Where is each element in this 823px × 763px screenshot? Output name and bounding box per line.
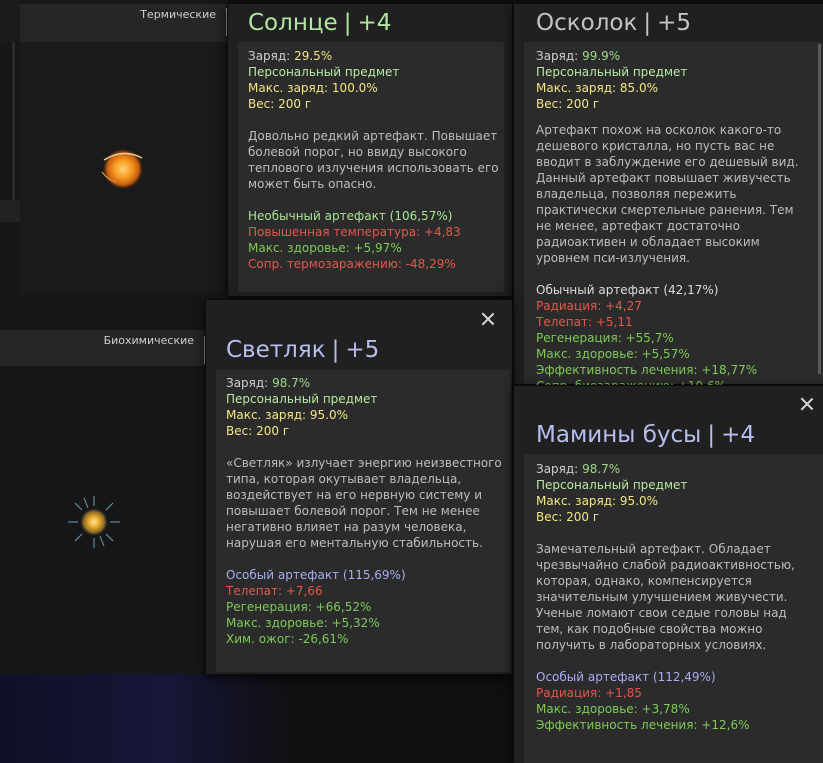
category-label-biochemical: Биохимические bbox=[103, 334, 194, 347]
bottom-glow-area bbox=[0, 674, 300, 763]
background-strip-left bbox=[0, 200, 20, 222]
weight-label: Вес: bbox=[226, 424, 253, 438]
rarity-label: Необычный артефакт (106,57%) bbox=[248, 209, 453, 223]
artifact-name: Осколок bbox=[536, 10, 638, 36]
card-title-oskolok: Осколок | +5 bbox=[536, 9, 691, 37]
weight-row: Вес: 200 г bbox=[536, 509, 804, 525]
max-charge-value: 95.0% bbox=[309, 408, 349, 422]
artifact-description: Артефакт похож на осколок какого-то деше… bbox=[536, 123, 799, 265]
stat-row: Макс. здоровье: +3,78% bbox=[536, 702, 690, 716]
charge-value: 98.7% bbox=[272, 376, 311, 390]
scrollbar[interactable] bbox=[818, 44, 821, 374]
stat-row: Повышенная температура: +4,83 bbox=[248, 225, 461, 239]
card-info-svetlyak: Заряд: 98.7% Персональный предмет Макс. … bbox=[226, 375, 504, 647]
card-info-oskolok: Заряд: 99.9% Персональный предмет Макс. … bbox=[536, 48, 804, 394]
charge-row: Заряд: 98.7% bbox=[536, 461, 804, 477]
weight-row: Вес: 200 г bbox=[226, 423, 504, 439]
stat-row: Радиация: +4,27 bbox=[536, 299, 642, 313]
weight-row: Вес: 200 г bbox=[248, 96, 504, 112]
weight-label: Вес: bbox=[536, 97, 563, 111]
max-charge-value: 100.0% bbox=[331, 81, 378, 95]
max-charge-label: Макс. заряд: bbox=[248, 81, 329, 95]
artifact-icon-solntse bbox=[101, 149, 143, 189]
max-charge-label: Макс. заряд: bbox=[226, 408, 307, 422]
stat-row: Телепат: +7,66 bbox=[226, 584, 323, 598]
rarity-label: Особый артефакт (112,49%) bbox=[536, 670, 716, 684]
artifact-name: Мамины бусы bbox=[536, 422, 702, 448]
title-separator: | bbox=[707, 422, 716, 448]
title-separator: | bbox=[343, 10, 352, 36]
close-icon[interactable] bbox=[481, 312, 495, 326]
max-charge-label: Макс. заряд: bbox=[536, 81, 617, 95]
charge-label: Заряд: bbox=[248, 49, 291, 63]
charge-value: 98.7% bbox=[582, 462, 621, 476]
artifact-icon-svetlyak bbox=[68, 496, 120, 548]
stat-row: Регенерация: +66,52% bbox=[226, 600, 372, 614]
artifact-name: Светляк bbox=[226, 337, 326, 363]
stat-row: Эффективность лечения: +18,77% bbox=[536, 363, 758, 377]
artifact-card-mamini-busy: Мамины бусы | +4 Заряд: 98.7% Персональный… bbox=[514, 386, 823, 763]
personal-item-label: Персональный предмет bbox=[536, 65, 688, 79]
artifact-card-solntse: Солнце | +4 Заряд: 29.5% Персональный пред… bbox=[228, 4, 512, 296]
card-info-solntse: Заряд: 29.5% Персональный предмет Макс. … bbox=[248, 48, 504, 272]
charge-label: Заряд: bbox=[536, 49, 579, 63]
personal-item-label: Персональный предмет bbox=[226, 392, 378, 406]
artifact-name: Солнце bbox=[248, 10, 338, 36]
personal-item-label: Персональный предмет bbox=[536, 478, 688, 492]
charge-row: Заряд: 98.7% bbox=[226, 375, 504, 391]
max-charge-row: Макс. заряд: 100.0% bbox=[248, 80, 504, 96]
card-info-mamini-busy: Заряд: 98.7% Персональный предмет Макс. … bbox=[536, 461, 804, 733]
artifact-description: Довольно редкий артефакт. Повышает болев… bbox=[248, 129, 499, 191]
artifact-card-svetlyak: Светляк | +5 Заряд: 98.7% Персональный пре… bbox=[206, 300, 512, 674]
stat-row: Регенерация: +55,7% bbox=[536, 331, 674, 345]
stat-row: Хим. ожог: -26,61% bbox=[226, 632, 349, 646]
weight-value: 200 г bbox=[256, 424, 290, 438]
charge-value: 99.9% bbox=[582, 49, 621, 63]
card-title-solntse: Солнце | +4 bbox=[248, 9, 391, 37]
personal-item-label: Персональный предмет bbox=[248, 65, 400, 79]
max-charge-row: Макс. заряд: 95.0% bbox=[536, 493, 804, 509]
rarity-label: Обычный артефакт (42,17%) bbox=[536, 283, 719, 297]
weight-value: 200 г bbox=[566, 97, 600, 111]
charge-label: Заряд: bbox=[226, 376, 269, 390]
max-charge-value: 85.0% bbox=[619, 81, 659, 95]
stat-row: Макс. здоровье: +5,57% bbox=[536, 347, 690, 361]
artifact-level: +5 bbox=[345, 337, 380, 363]
stat-row: Макс. здоровье: +5,32% bbox=[226, 616, 380, 630]
charge-value: 29.5% bbox=[294, 49, 333, 63]
max-charge-label: Макс. заряд: bbox=[536, 494, 617, 508]
category-label-thermal: Термические bbox=[140, 8, 216, 21]
weight-row: Вес: 200 г bbox=[536, 96, 804, 112]
artifact-level: +4 bbox=[721, 422, 756, 448]
stat-row: Телепат: +5,11 bbox=[536, 315, 633, 329]
rarity-label: Особый артефакт (115,69%) bbox=[226, 568, 406, 582]
background-strip-top bbox=[0, 0, 20, 42]
stat-row: Эффективность лечения: +12,6% bbox=[536, 718, 750, 732]
weight-value: 200 г bbox=[566, 510, 600, 524]
charge-row: Заряд: 99.9% bbox=[536, 48, 804, 64]
weight-label: Вес: bbox=[536, 510, 563, 524]
charge-row: Заряд: 29.5% bbox=[248, 48, 504, 64]
artifact-card-oskolok: Осколок | +5 Заряд: 99.9% Персональный пре… bbox=[514, 4, 823, 393]
artifact-level: +4 bbox=[357, 10, 392, 36]
stat-row: Радиация: +1,85 bbox=[536, 686, 642, 700]
weight-label: Вес: bbox=[248, 97, 275, 111]
stat-row: Макс. здоровье: +5,97% bbox=[248, 241, 402, 255]
max-charge-value: 95.0% bbox=[619, 494, 659, 508]
artifact-description: «Светляк» излучает энергию неизвестного … bbox=[226, 456, 502, 550]
stat-row: Сопр. термозаражению: -48,29% bbox=[248, 257, 456, 271]
artifact-level: +5 bbox=[657, 10, 692, 36]
charge-label: Заряд: bbox=[536, 462, 579, 476]
card-title-svetlyak: Светляк | +5 bbox=[226, 336, 379, 364]
card-title-mamini-busy: Мамины бусы | +4 bbox=[536, 421, 755, 449]
title-separator: | bbox=[331, 337, 340, 363]
weight-value: 200 г bbox=[278, 97, 312, 111]
close-icon[interactable] bbox=[800, 397, 814, 411]
title-separator: | bbox=[643, 10, 652, 36]
max-charge-row: Макс. заряд: 85.0% bbox=[536, 80, 804, 96]
max-charge-row: Макс. заряд: 95.0% bbox=[226, 407, 504, 423]
artifact-description: Замечательный артефакт. Обладает чрезвыч… bbox=[536, 542, 795, 652]
